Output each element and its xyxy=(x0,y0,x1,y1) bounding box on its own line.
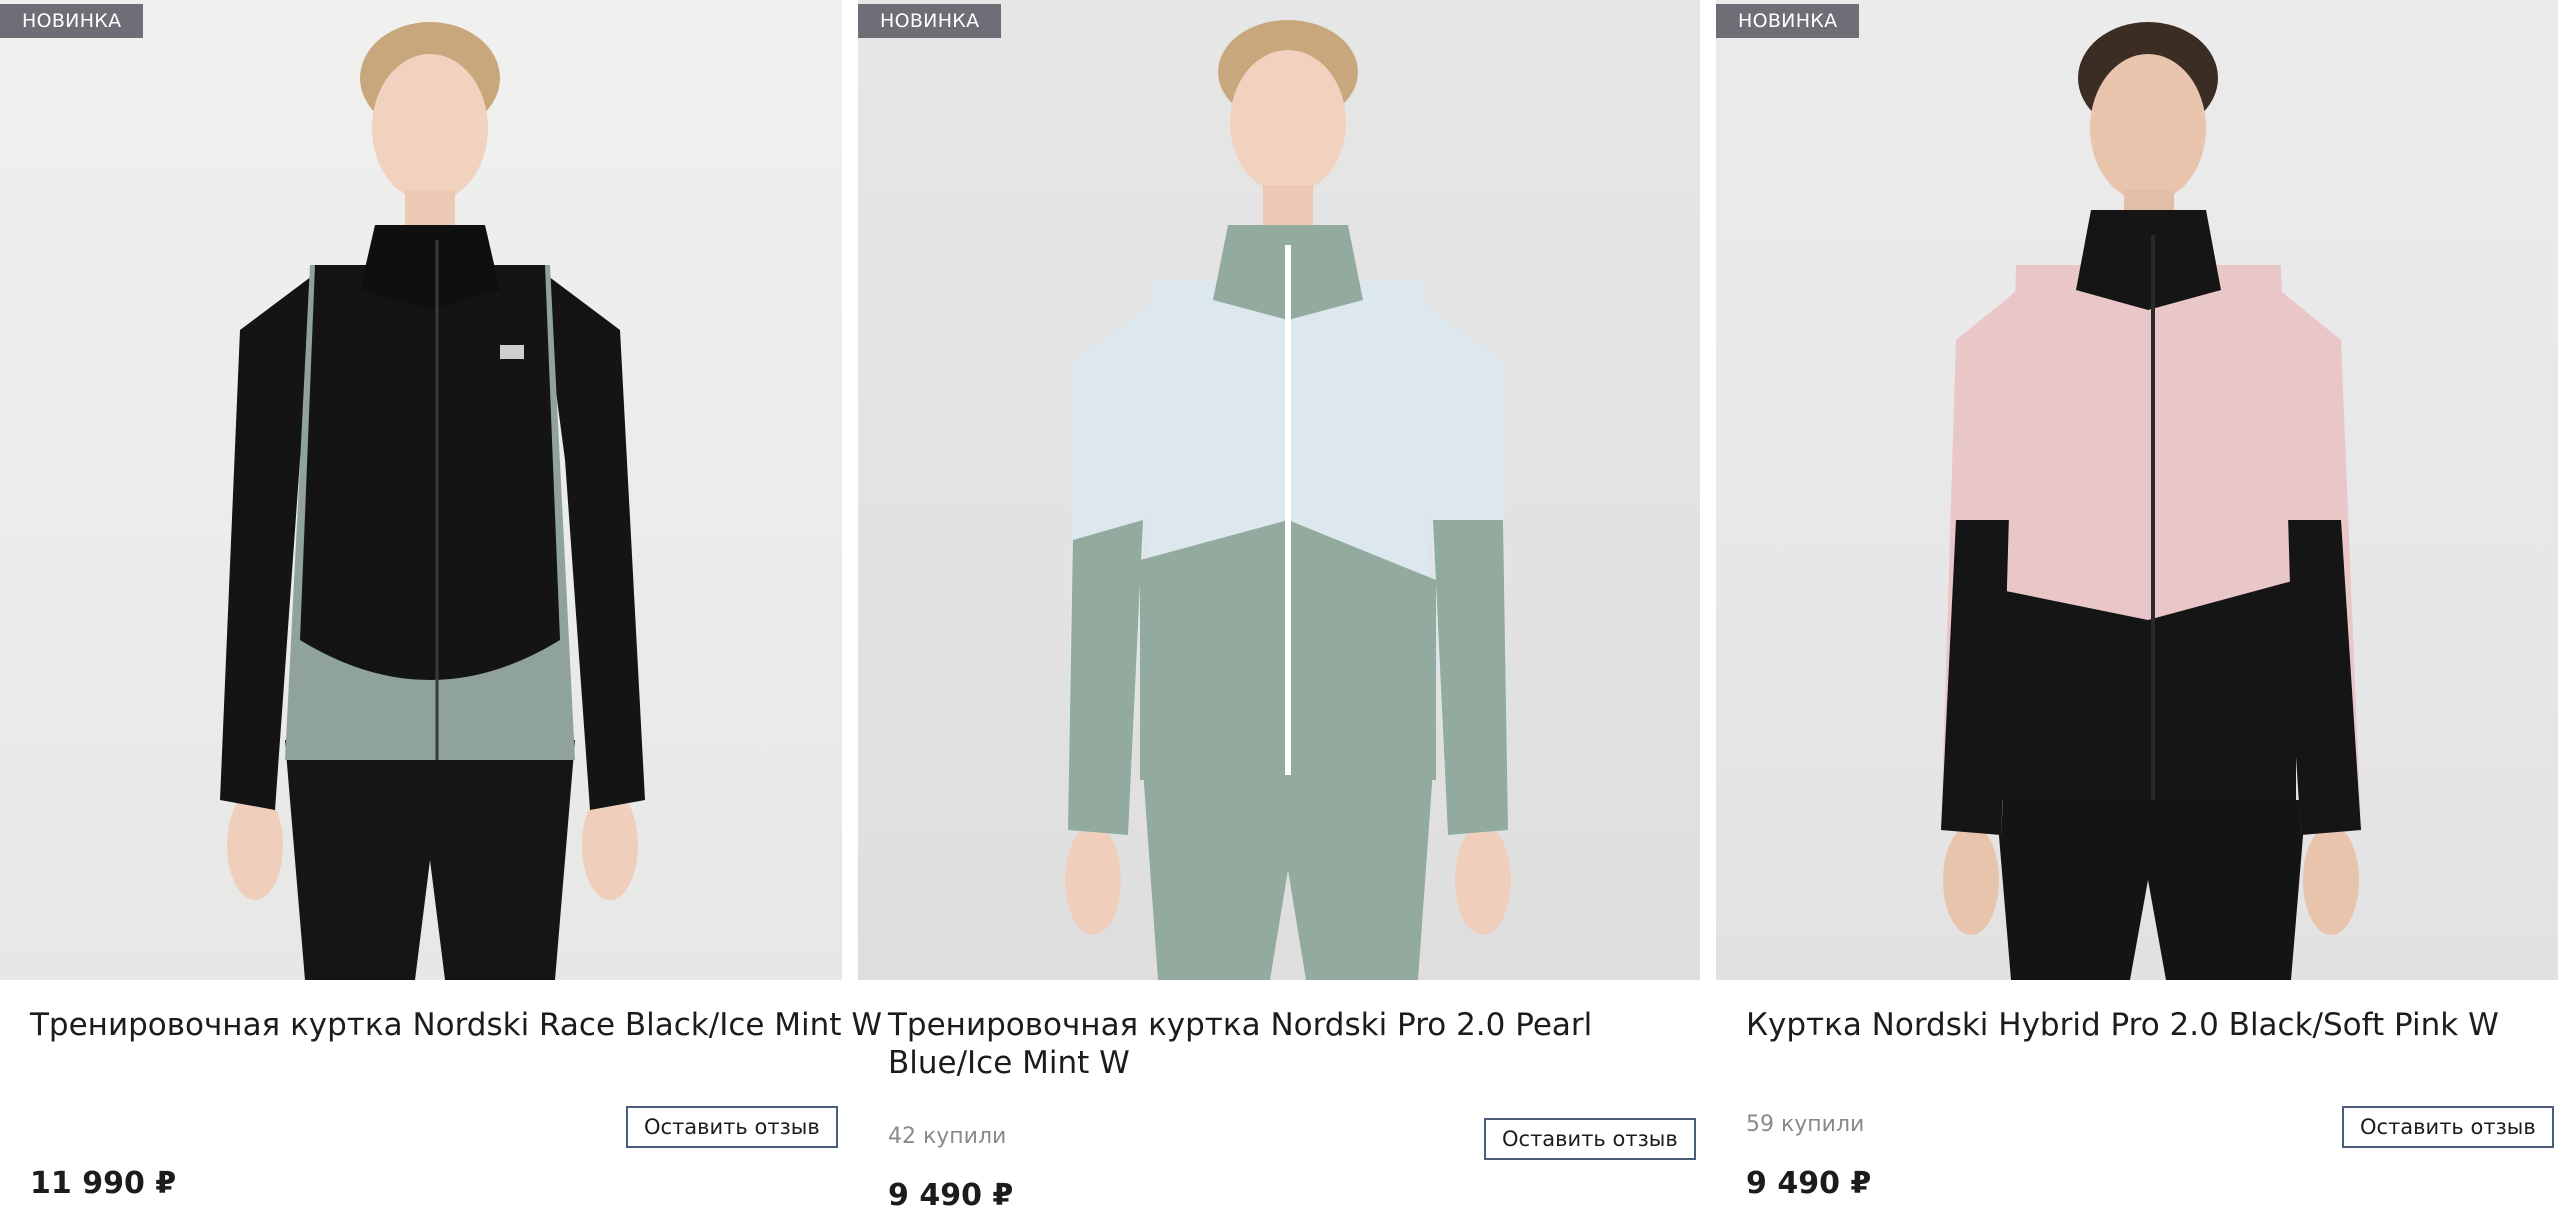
purchase-count: 59 купили xyxy=(1746,1112,1865,1137)
product-title[interactable]: Тренировочная куртка Nordski Pro 2.0 Pea… xyxy=(888,1006,1678,1082)
product-price: 9 490 ₽ xyxy=(888,1178,1014,1206)
product-card[interactable]: НОВИНКА Тренировочная куртка Nordski Rac… xyxy=(0,0,882,1206)
product-price: 9 490 ₽ xyxy=(1746,1166,1872,1201)
leave-review-button[interactable]: Оставить отзыв xyxy=(1484,1118,1696,1160)
product-title[interactable]: Куртка Nordski Hybrid Pro 2.0 Black/Soft… xyxy=(1746,1006,2560,1044)
product-price: 11 990 ₽ xyxy=(30,1166,177,1201)
leave-review-button[interactable]: Оставить отзыв xyxy=(626,1106,838,1148)
new-badge: НОВИНКА xyxy=(858,4,1002,38)
model-photo xyxy=(220,22,645,980)
model-photo xyxy=(1065,20,1511,980)
product-image[interactable]: НОВИНКА xyxy=(1716,0,2558,980)
purchase-count: 42 купили xyxy=(888,1124,1007,1149)
product-image[interactable]: НОВИНКА xyxy=(858,0,1700,980)
product-image[interactable]: НОВИНКА xyxy=(0,0,842,980)
leave-review-button[interactable]: Оставить отзыв xyxy=(2342,1106,2554,1148)
product-grid: НОВИНКА Тренировочная куртка Nordski Rac… xyxy=(0,0,2560,1206)
model-photo xyxy=(1941,22,2361,980)
new-badge: НОВИНКА xyxy=(0,4,144,38)
product-card[interactable]: НОВИНКА Куртка Nordski Hybrid Pro 2.0 Bl… xyxy=(1716,0,2558,1206)
product-card[interactable]: НОВИНКА Тренировочная куртка Nordski Pro… xyxy=(858,0,1700,1206)
new-badge: НОВИНКА xyxy=(1716,4,1860,38)
